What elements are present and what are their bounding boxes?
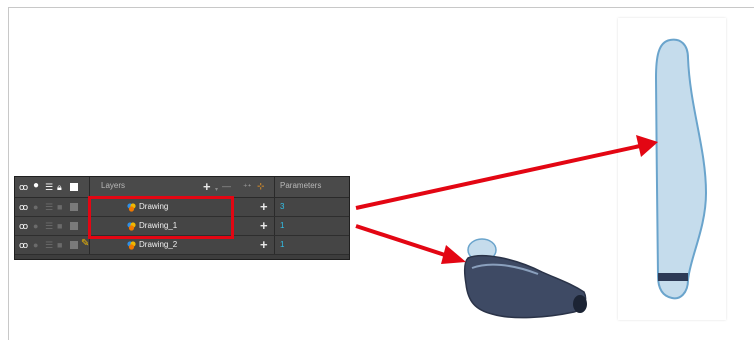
arrows-overlay [355, 135, 658, 264]
arrow-to-leg [355, 135, 658, 210]
arrow-to-shoe [355, 224, 466, 264]
